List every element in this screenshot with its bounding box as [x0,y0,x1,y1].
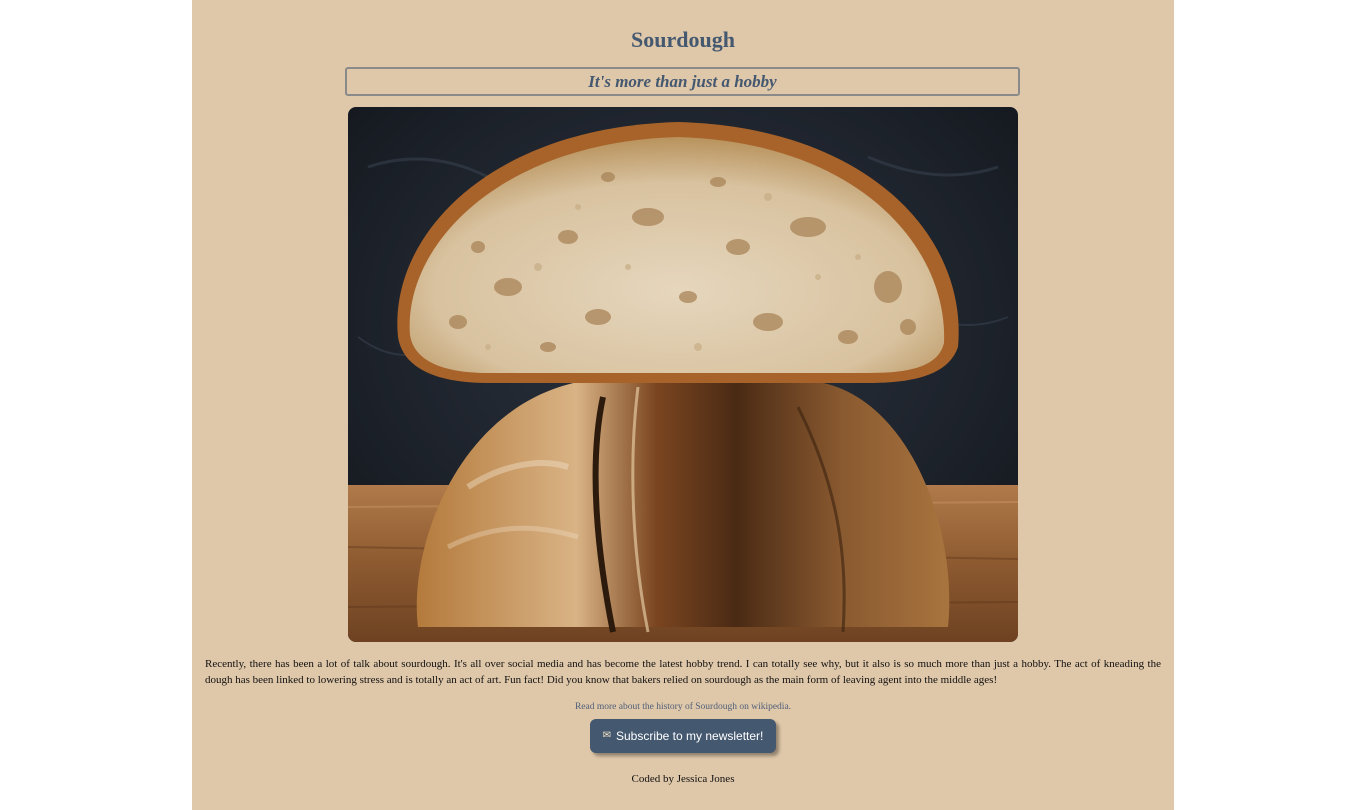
page-title: Sourdough [631,27,735,52]
wikipedia-link[interactable]: Read more about the history of Sourdough… [192,700,1174,714]
footer-credit: Coded by Jessica Jones [631,773,735,785]
sourdough-photo [348,107,1018,642]
envelope-icon: ✉ [602,730,611,741]
article-paragraph: Recently, there has been a lot of talk a… [205,658,1161,686]
subscribe-button[interactable]: ✉ Subscribe to my newsletter! [590,719,776,753]
tagline-box: It's more than just a hobby [345,67,1020,96]
subscribe-button-label: Subscribe to my newsletter! [615,729,764,743]
page-container: Sourdough It's more than just a hobby Re… [192,0,1174,810]
